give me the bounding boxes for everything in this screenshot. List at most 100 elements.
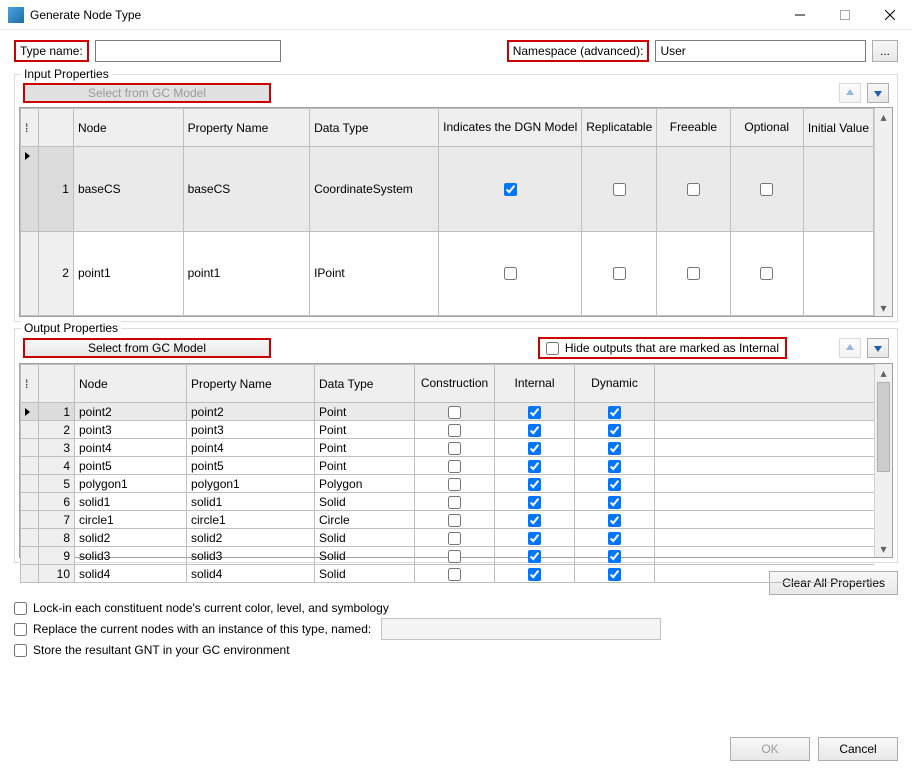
- cell-checkbox[interactable]: [504, 267, 517, 280]
- cell-checkbox[interactable]: [608, 424, 621, 437]
- minimize-button[interactable]: [777, 0, 822, 29]
- table-row[interactable]: 8solid2solid2Solid: [21, 529, 875, 547]
- cell-checkbox[interactable]: [608, 442, 621, 455]
- cell-checkbox[interactable]: [448, 550, 461, 563]
- output-col-construction[interactable]: Construction: [415, 365, 495, 403]
- input-col-rownum[interactable]: [38, 109, 73, 147]
- lock-in-option[interactable]: Lock-in each constituent node's current …: [14, 601, 898, 615]
- cell-checkbox[interactable]: [528, 442, 541, 455]
- cell-checkbox[interactable]: [687, 183, 700, 196]
- table-row[interactable]: 2point1point1IPoint: [21, 231, 874, 316]
- namespace-more-button[interactable]: ...: [872, 40, 898, 62]
- output-col-rownum[interactable]: [39, 365, 75, 403]
- input-col-datatype[interactable]: Data Type: [310, 109, 439, 147]
- cell-checkbox[interactable]: [760, 183, 773, 196]
- cell-checkbox[interactable]: [528, 460, 541, 473]
- output-properties-group: Output Properties Select from GC Model H…: [14, 328, 898, 563]
- cell-checkbox[interactable]: [613, 267, 626, 280]
- cell-checkbox[interactable]: [760, 267, 773, 280]
- cell-checkbox[interactable]: [448, 568, 461, 581]
- output-col-node[interactable]: Node: [75, 365, 187, 403]
- input-col-initial[interactable]: Initial Value: [803, 109, 873, 147]
- output-scrollbar[interactable]: ▴ ▾: [874, 364, 892, 557]
- cell-checkbox[interactable]: [528, 424, 541, 437]
- output-grid[interactable]: ⁞ Node Property Name Data Type Construct…: [19, 363, 893, 558]
- table-row[interactable]: 4point5point5Point: [21, 457, 875, 475]
- input-col-selector[interactable]: ⁞: [21, 109, 39, 147]
- output-col-selector[interactable]: ⁞: [21, 365, 39, 403]
- input-col-property[interactable]: Property Name: [183, 109, 309, 147]
- input-select-from-model-button[interactable]: Select from GC Model: [23, 83, 271, 103]
- input-col-optional[interactable]: Optional: [730, 109, 803, 147]
- cell-checkbox[interactable]: [448, 532, 461, 545]
- cell-checkbox[interactable]: [528, 514, 541, 527]
- table-row[interactable]: 5polygon1polygon1Polygon: [21, 475, 875, 493]
- cell-checkbox[interactable]: [528, 496, 541, 509]
- hide-internal-checkbox[interactable]: [546, 342, 559, 355]
- cell-checkbox[interactable]: [608, 568, 621, 581]
- cell-checkbox[interactable]: [613, 183, 626, 196]
- input-scrollbar[interactable]: ▴ ▾: [874, 108, 892, 316]
- table-row[interactable]: 10solid4solid4Solid: [21, 565, 875, 583]
- cell-checkbox[interactable]: [608, 514, 621, 527]
- cancel-button[interactable]: Cancel: [818, 737, 898, 761]
- cell-checkbox[interactable]: [608, 496, 621, 509]
- cell-checkbox[interactable]: [448, 496, 461, 509]
- input-col-dgn[interactable]: Indicates the DGN Model: [439, 109, 582, 147]
- cell-checkbox[interactable]: [448, 424, 461, 437]
- cell-checkbox[interactable]: [448, 478, 461, 491]
- store-option[interactable]: Store the resultant GNT in your GC envir…: [14, 643, 898, 657]
- scroll-down-icon[interactable]: ▾: [875, 540, 892, 557]
- output-col-property[interactable]: Property Name: [187, 365, 315, 403]
- cell-checkbox[interactable]: [687, 267, 700, 280]
- cell-checkbox[interactable]: [608, 532, 621, 545]
- cell-checkbox[interactable]: [448, 460, 461, 473]
- cell-checkbox[interactable]: [608, 460, 621, 473]
- input-move-down-button[interactable]: [867, 83, 889, 103]
- hide-internal-checkbox-wrap[interactable]: Hide outputs that are marked as Internal: [538, 337, 787, 359]
- store-checkbox[interactable]: [14, 644, 27, 657]
- table-row[interactable]: 7circle1circle1Circle: [21, 511, 875, 529]
- cell-checkbox[interactable]: [608, 550, 621, 563]
- output-col-dynamic[interactable]: Dynamic: [575, 365, 655, 403]
- table-row[interactable]: 6solid1solid1Solid: [21, 493, 875, 511]
- cell-checkbox[interactable]: [448, 442, 461, 455]
- scroll-thumb[interactable]: [877, 382, 890, 472]
- output-move-up-button[interactable]: [839, 338, 861, 358]
- cell-checkbox[interactable]: [528, 532, 541, 545]
- close-button[interactable]: [867, 0, 912, 29]
- input-grid[interactable]: ⁞ Node Property Name Data Type Indicates…: [19, 107, 893, 317]
- input-col-freeable[interactable]: Freeable: [657, 109, 730, 147]
- output-select-from-model-button[interactable]: Select from GC Model: [23, 338, 271, 358]
- input-col-replicatable[interactable]: Replicatable: [582, 109, 657, 147]
- cell-checkbox[interactable]: [448, 514, 461, 527]
- lock-in-checkbox[interactable]: [14, 602, 27, 615]
- input-move-up-button[interactable]: [839, 83, 861, 103]
- namespace-input[interactable]: [655, 40, 866, 62]
- cell-checkbox[interactable]: [528, 568, 541, 581]
- cell-checkbox[interactable]: [528, 406, 541, 419]
- ok-button[interactable]: OK: [730, 737, 810, 761]
- replace-checkbox[interactable]: [14, 623, 27, 636]
- table-row[interactable]: 2point3point3Point: [21, 421, 875, 439]
- output-col-internal[interactable]: Internal: [495, 365, 575, 403]
- window-title: Generate Node Type: [30, 8, 777, 22]
- table-row[interactable]: 9solid3solid3Solid: [21, 547, 875, 565]
- cell-checkbox[interactable]: [504, 183, 517, 196]
- table-row[interactable]: 1baseCSbaseCSCoordinateSystem: [21, 147, 874, 232]
- cell-checkbox[interactable]: [608, 406, 621, 419]
- table-row[interactable]: 3point4point4Point: [21, 439, 875, 457]
- scroll-down-icon[interactable]: ▾: [875, 299, 892, 316]
- cell-checkbox[interactable]: [528, 478, 541, 491]
- output-move-down-button[interactable]: [867, 338, 889, 358]
- input-col-node[interactable]: Node: [73, 109, 183, 147]
- replace-option[interactable]: Replace the current nodes with an instan…: [14, 618, 898, 640]
- cell-checkbox[interactable]: [528, 550, 541, 563]
- cell-checkbox[interactable]: [608, 478, 621, 491]
- output-col-datatype[interactable]: Data Type: [315, 365, 415, 403]
- cell-checkbox[interactable]: [448, 406, 461, 419]
- type-name-input[interactable]: [95, 40, 281, 62]
- table-row[interactable]: 1point2point2Point: [21, 403, 875, 421]
- scroll-up-icon[interactable]: ▴: [875, 364, 892, 381]
- scroll-up-icon[interactable]: ▴: [875, 108, 892, 125]
